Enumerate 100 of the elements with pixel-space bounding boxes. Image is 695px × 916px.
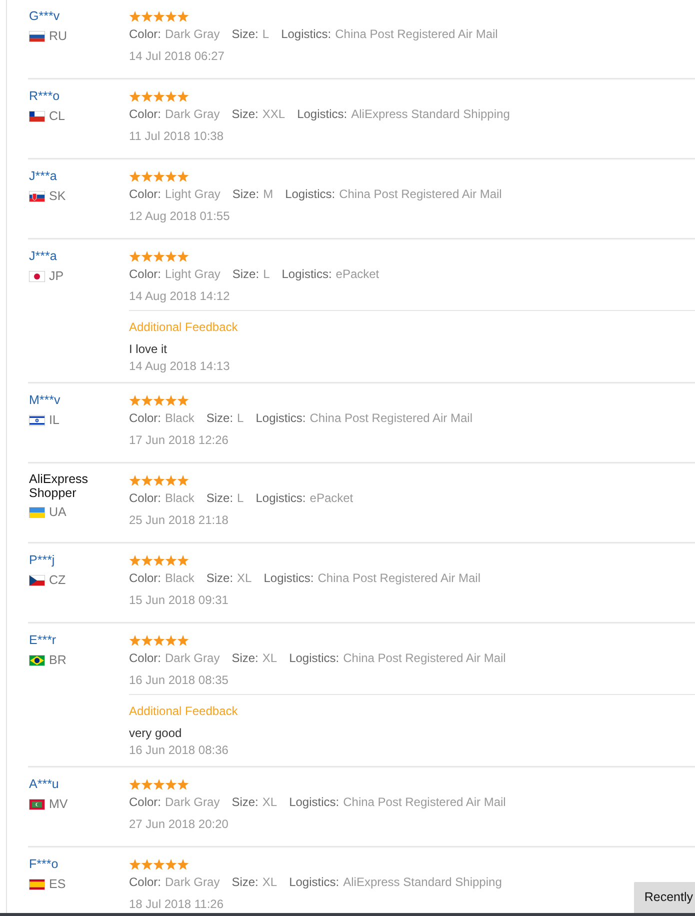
reviewer-name: AliExpress Shopper bbox=[29, 472, 90, 500]
attribute-label: Size: bbox=[232, 795, 258, 809]
country-code: UA bbox=[49, 504, 66, 521]
attribute-value: XL bbox=[237, 571, 252, 585]
star-icon bbox=[141, 251, 153, 262]
attribute-label: Color: bbox=[129, 187, 162, 201]
attribute-label: Size: bbox=[232, 875, 258, 889]
star-icon bbox=[165, 475, 177, 486]
attribute-label: Logistics: bbox=[256, 411, 306, 425]
star-icon bbox=[165, 11, 177, 22]
review-date: 27 Jun 2018 20:20 bbox=[129, 816, 228, 833]
star-icon bbox=[129, 11, 141, 22]
star-icon bbox=[153, 395, 165, 406]
reviewer-name[interactable]: E***r bbox=[29, 632, 56, 648]
attribute-label: Color: bbox=[129, 27, 162, 41]
star-icon bbox=[165, 171, 177, 182]
star-icon bbox=[141, 91, 153, 102]
reviewer-name[interactable]: F***o bbox=[29, 856, 58, 872]
star-icon bbox=[177, 395, 189, 406]
star-icon bbox=[177, 11, 189, 22]
attribute-value: ePacket bbox=[310, 491, 354, 505]
star-icon bbox=[129, 555, 141, 566]
attribute-label: Size: bbox=[206, 571, 234, 585]
country-code: ES bbox=[49, 876, 66, 893]
attribute-label: Logistics: bbox=[282, 267, 332, 281]
star-icon bbox=[153, 11, 165, 22]
attribute-value: L bbox=[262, 27, 270, 41]
attribute-value: M bbox=[263, 187, 274, 201]
star-icon bbox=[129, 251, 141, 262]
attribute-label: Color: bbox=[129, 651, 162, 665]
country-code: RU bbox=[49, 28, 68, 45]
country-code: BR bbox=[49, 652, 66, 669]
reviewer-name[interactable]: J***a bbox=[29, 248, 57, 264]
feedback-heading: Additional Feedback bbox=[129, 703, 238, 720]
attribute-value: China Post Registered Air Mail bbox=[343, 651, 506, 665]
recently-tab[interactable]: Recently bbox=[634, 882, 695, 913]
attribute-value: XXL bbox=[262, 107, 286, 121]
attribute-label: Color: bbox=[129, 491, 162, 505]
star-icon bbox=[153, 779, 165, 790]
attribute-value: L bbox=[237, 411, 244, 425]
attribute-value: Black bbox=[165, 491, 194, 505]
attribute-label: Logistics: bbox=[289, 651, 340, 665]
reviewer-name[interactable]: M***v bbox=[29, 392, 60, 408]
country-code: JP bbox=[49, 268, 64, 285]
reviewer-name[interactable]: R***o bbox=[29, 88, 60, 104]
feedback-date: 16 Jun 2018 08:36 bbox=[129, 742, 228, 758]
attribute-value: Dark Gray bbox=[165, 651, 220, 665]
star-icon bbox=[177, 859, 189, 870]
review-date: 14 Jul 2018 06:27 bbox=[129, 48, 224, 65]
review-date: 12 Aug 2018 01:55 bbox=[129, 208, 230, 225]
country-code: CL bbox=[49, 108, 65, 125]
star-icon bbox=[165, 395, 177, 406]
star-icon bbox=[129, 395, 141, 406]
country-code: SK bbox=[49, 188, 66, 205]
star-icon bbox=[141, 859, 153, 870]
star-icon bbox=[141, 475, 153, 486]
attribute-value: China Post Registered Air Mail bbox=[335, 27, 498, 41]
star-icon bbox=[165, 91, 177, 102]
review-date: 16 Jun 2018 08:35 bbox=[129, 672, 228, 689]
review-date: 17 Jun 2018 12:26 bbox=[129, 432, 228, 449]
attribute-value: AliExpress Standard Shipping bbox=[351, 107, 510, 121]
attribute-label: Color: bbox=[129, 267, 162, 281]
star-icon bbox=[165, 555, 177, 566]
reviewer-name[interactable]: P***j bbox=[29, 552, 55, 568]
star-icon bbox=[153, 555, 165, 566]
star-icon bbox=[153, 475, 165, 486]
attribute-value: ePacket bbox=[336, 267, 380, 281]
attribute-label: Size: bbox=[232, 651, 258, 665]
attribute-label: Logistics: bbox=[285, 187, 336, 201]
country-code: MV bbox=[49, 796, 68, 813]
reviewer-name[interactable]: A***u bbox=[29, 776, 59, 792]
attribute-label: Logistics: bbox=[289, 795, 340, 809]
star-icon bbox=[177, 475, 189, 486]
star-icon bbox=[177, 91, 189, 102]
attribute-value: Dark Gray bbox=[165, 795, 220, 809]
reviewer-name[interactable]: J***a bbox=[29, 168, 57, 184]
star-icon bbox=[165, 779, 177, 790]
attribute-label: Color: bbox=[129, 107, 162, 121]
star-icon bbox=[153, 251, 165, 262]
attribute-label: Size: bbox=[206, 491, 234, 505]
attribute-value: Dark Gray bbox=[165, 107, 220, 121]
reviewer-name[interactable]: G***v bbox=[29, 8, 60, 24]
star-icon bbox=[141, 11, 153, 22]
star-icon bbox=[129, 779, 141, 790]
country-code: IL bbox=[49, 412, 60, 429]
star-icon bbox=[153, 171, 165, 182]
attribute-label: Logistics: bbox=[281, 27, 332, 41]
star-icon bbox=[177, 251, 189, 262]
attribute-label: Color: bbox=[129, 411, 162, 425]
feedback-text: very good bbox=[129, 725, 182, 742]
attribute-value: China Post Registered Air Mail bbox=[310, 411, 473, 425]
review-date: 18 Jul 2018 11:26 bbox=[129, 896, 224, 913]
attribute-value: L bbox=[237, 491, 244, 505]
star-icon bbox=[141, 555, 153, 566]
attribute-value: China Post Registered Air Mail bbox=[343, 795, 506, 809]
star-icon bbox=[129, 635, 141, 646]
attribute-value: Black bbox=[165, 571, 194, 585]
star-icon bbox=[141, 171, 153, 182]
review-date: 14 Aug 2018 14:12 bbox=[129, 288, 230, 305]
attribute-label: Logistics: bbox=[264, 571, 314, 585]
